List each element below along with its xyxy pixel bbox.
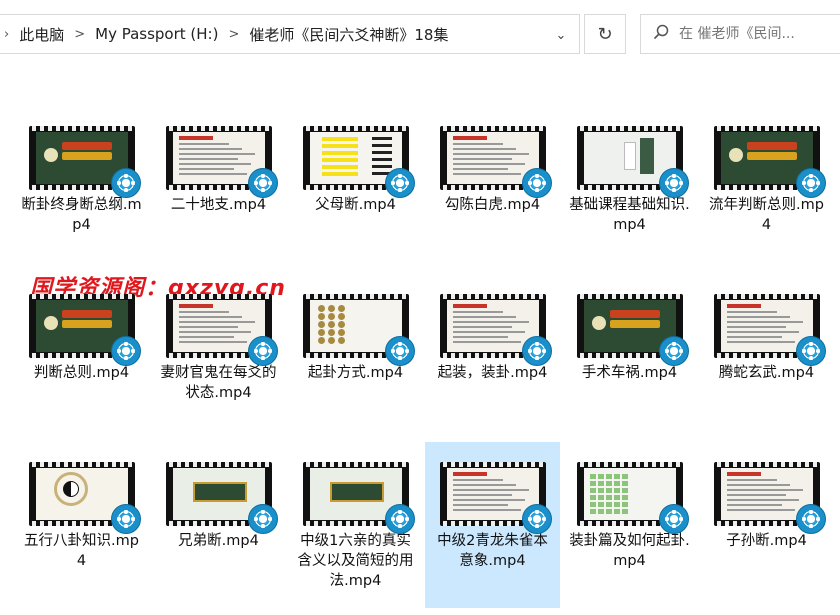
file-item[interactable]: 起卦方式.mp4 <box>288 288 423 383</box>
media-player-icon <box>658 504 689 534</box>
file-item[interactable]: 二十地支.mp4 <box>151 120 286 215</box>
file-item[interactable]: 断卦终身断总纲.mp4 <box>14 120 149 235</box>
address-dropdown-icon[interactable]: ⌄ <box>549 23 573 47</box>
refresh-icon: ↻ <box>597 23 613 45</box>
file-item[interactable]: 基础课程基础知识.mp4 <box>562 120 697 235</box>
file-item[interactable]: 腾蛇玄武.mp4 <box>699 288 834 383</box>
file-item[interactable]: 判断总则.mp4 <box>14 288 149 383</box>
breadcrumb-folder[interactable]: 催老师《民间六爻神断》18集 <box>243 24 454 45</box>
video-thumbnail <box>576 126 689 198</box>
video-thumbnail <box>165 126 278 198</box>
search-input[interactable] <box>679 26 829 42</box>
video-thumbnail <box>28 126 141 198</box>
media-player-icon <box>521 504 552 534</box>
file-item[interactable]: 手术车祸.mp4 <box>562 288 697 383</box>
media-player-icon <box>795 168 826 198</box>
file-name: 起卦方式.mp4 <box>307 365 404 381</box>
file-item[interactable]: 兄弟断.mp4 <box>151 456 286 551</box>
breadcrumb-separator[interactable]: > <box>224 27 243 42</box>
video-thumbnail <box>302 294 415 366</box>
media-player-icon <box>110 504 141 534</box>
video-thumbnail <box>576 462 689 534</box>
media-player-icon <box>795 504 826 534</box>
media-player-icon <box>247 504 278 534</box>
video-thumbnail <box>302 126 415 198</box>
file-item[interactable]: 五行八卦知识.mp4 <box>14 456 149 571</box>
file-item[interactable]: 勾陈白虎.mp4 <box>425 120 560 215</box>
file-name: 五行八卦知识.mp4 <box>24 533 139 569</box>
file-item[interactable]: 流年判断总则.mp4 <box>699 120 834 235</box>
video-thumbnail <box>439 462 552 534</box>
file-item[interactable]: 父母断.mp4 <box>288 120 423 215</box>
address-bar[interactable]: › 此电脑 > My Passport (H:) > 催老师《民间六爻神断》18… <box>0 14 580 54</box>
file-name: 手术车祸.mp4 <box>581 365 678 381</box>
media-player-icon <box>247 336 278 366</box>
media-player-icon <box>384 168 415 198</box>
file-item[interactable]: 子孙断.mp4 <box>699 456 834 551</box>
file-name: 中级1六亲的真实含义以及简短的用法.mp4 <box>297 533 414 589</box>
media-player-icon <box>521 336 552 366</box>
file-item[interactable]: 妻财官鬼在每爻的状态.mp4 <box>151 288 286 403</box>
video-thumbnail <box>713 294 826 366</box>
breadcrumb-this-pc[interactable]: 此电脑 <box>13 24 70 45</box>
file-name: 子孙断.mp4 <box>726 533 807 549</box>
video-thumbnail <box>302 462 415 534</box>
breadcrumb-separator[interactable]: > <box>70 27 89 42</box>
search-icon <box>653 24 679 44</box>
video-thumbnail <box>28 294 141 366</box>
breadcrumb-drive[interactable]: My Passport (H:) <box>89 25 224 43</box>
file-item[interactable]: 装卦篇及如何起卦.mp4 <box>562 456 697 571</box>
file-name: 判断总则.mp4 <box>33 365 130 381</box>
video-thumbnail <box>713 126 826 198</box>
file-item[interactable]: 中级2青龙朱雀本意象.mp4 <box>425 442 560 608</box>
media-player-icon <box>110 336 141 366</box>
media-player-icon <box>658 168 689 198</box>
media-player-icon <box>384 504 415 534</box>
video-thumbnail <box>165 462 278 534</box>
file-name: 二十地支.mp4 <box>170 197 267 213</box>
file-name: 流年判断总则.mp4 <box>709 197 824 233</box>
media-player-icon <box>521 168 552 198</box>
media-player-icon <box>110 168 141 198</box>
video-thumbnail <box>439 126 552 198</box>
video-thumbnail <box>439 294 552 366</box>
file-name: 父母断.mp4 <box>315 197 396 213</box>
video-thumbnail <box>28 462 141 534</box>
media-player-icon <box>384 336 415 366</box>
file-name: 中级2青龙朱雀本意象.mp4 <box>437 533 548 569</box>
media-player-icon <box>658 336 689 366</box>
refresh-button[interactable]: ↻ <box>584 14 626 54</box>
file-name: 起装，装卦.mp4 <box>437 365 548 381</box>
media-player-icon <box>247 168 278 198</box>
media-player-icon <box>795 336 826 366</box>
address-back-chevron[interactable]: › <box>0 27 13 42</box>
file-name: 断卦终身断总纲.mp4 <box>21 197 142 233</box>
file-name: 基础课程基础知识.mp4 <box>569 197 690 233</box>
file-name: 装卦篇及如何起卦.mp4 <box>569 533 690 569</box>
file-name: 勾陈白虎.mp4 <box>444 197 541 213</box>
search-box[interactable] <box>640 14 840 54</box>
file-name: 兄弟断.mp4 <box>178 533 259 549</box>
video-thumbnail <box>165 294 278 366</box>
file-item[interactable]: 中级1六亲的真实含义以及简短的用法.mp4 <box>288 456 423 591</box>
file-item[interactable]: 起装，装卦.mp4 <box>425 288 560 383</box>
file-name: 妻财官鬼在每爻的状态.mp4 <box>160 365 277 401</box>
file-name: 腾蛇玄武.mp4 <box>718 365 815 381</box>
video-thumbnail <box>576 294 689 366</box>
video-thumbnail <box>713 462 826 534</box>
